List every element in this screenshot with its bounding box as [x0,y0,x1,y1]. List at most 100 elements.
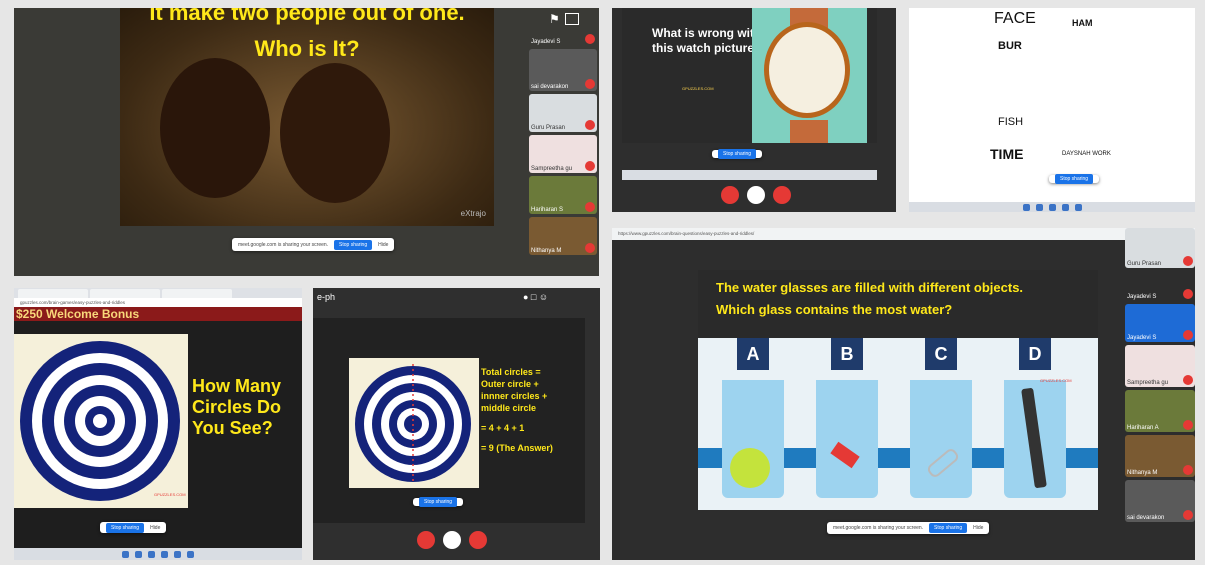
watch-face [764,22,850,118]
participant-strip: Jayadevi S sai devarakon Guru Prasan Sam… [529,28,597,255]
glass-body [910,380,972,498]
glass-a: A [718,338,788,503]
hide-button[interactable]: Hide [378,242,388,248]
glass-label-a: A [737,338,769,370]
screen-share-bar: meet.google.com is sharing your screen. … [827,522,990,534]
participant-tile[interactable]: Hariharan A [1125,390,1195,432]
participant-tile[interactable]: Guru Prasan [1125,228,1195,268]
slide-twins: It make two people out of one. Who is It… [120,8,494,226]
address-bar[interactable]: gpuzzles.com/brain-games/easy-puzzles-an… [14,298,302,307]
stop-sharing-button[interactable]: Stop sharing [1055,174,1094,184]
participant-tile[interactable]: Nithanya M [529,217,597,255]
panel-water-glasses: https://www.gpuzzles.com/brain-questions… [612,228,1195,560]
screen-share-bar: Stop sharing [712,149,763,159]
participant-tile[interactable]: Nithanya M [1125,435,1195,477]
screen-share-bar: Stop sharing [1049,174,1100,184]
header-icons: ● □ ☺ [523,292,549,302]
mic-off-icon [1183,420,1193,430]
panel-word-puzzles: FACE HAM BUR FISH TIME DAYSNAH WORK Stop… [909,8,1195,212]
cell-face: FACE [994,10,1036,27]
glass-d: D [1000,338,1070,503]
watermark: GPUZZLES.COM [1040,378,1072,383]
participant-tile[interactable]: Jayadevi S [1125,304,1195,342]
panel-watch-puzzle: What is wrong with this watch picture? G… [612,8,896,212]
glass-label-d: D [1019,338,1051,370]
watch-strap-bottom [790,120,828,143]
browser-tab[interactable] [162,289,232,298]
glasses-scene: A B C D GPUZZLES.COM [698,338,1098,510]
call-controls [717,186,795,209]
ad-banner: $250 Welcome Bonus [14,307,302,321]
end-call-button[interactable] [773,186,791,204]
stop-sharing-button[interactable]: Stop sharing [419,497,458,507]
watch-question: What is wrong with this watch picture? [652,26,762,55]
mic-off-icon [1183,256,1193,266]
stop-sharing-button[interactable]: Stop sharing [929,523,968,533]
camera-button[interactable] [747,186,765,204]
concentric-circles [20,341,180,501]
glass-body [816,380,878,498]
present-icon[interactable] [565,13,579,25]
screen-share-bar: Stop sharing Hide [100,522,167,533]
watch-image [752,8,867,143]
cell-bur: BUR [998,40,1022,52]
hide-button[interactable]: Hide [150,525,160,531]
participant-tile[interactable]: Jayadevi S [1125,271,1195,301]
panel-riddle-twins: It make two people out of one. Who is It… [14,8,599,276]
browser-tab[interactable] [90,289,160,298]
panel-circles-answer: e-ph ● □ ☺ Total circles = Outer circle … [313,288,600,560]
answer-image [349,358,479,488]
participant-tile[interactable]: Hariharan S [529,176,597,214]
watermark: eXtrajo [460,209,486,218]
participant-tile[interactable]: Sampreetha gu [1125,345,1195,387]
taskbar [909,202,1195,212]
participant-tile[interactable]: sai devarakon [1125,480,1195,522]
participant-tile[interactable]: sai devarakon [529,49,597,91]
participant-tile[interactable]: Guru Prasan [529,94,597,132]
share-text: meet.google.com is sharing your screen. [238,241,329,248]
riddle-line2: Who is It? [254,36,360,61]
stop-sharing-button[interactable]: Stop sharing [334,239,373,250]
address-bar[interactable]: https://www.gpuzzles.com/brain-questions… [612,228,1195,240]
hide-button[interactable]: Hide [973,525,983,531]
glass-b: B [812,338,882,503]
end-call-button[interactable] [469,531,487,549]
riddle-line1: It make two people out of one. [149,8,465,25]
cell-time: TIME [990,146,1024,162]
panel-circles-question: gpuzzles.com/brain-games/easy-puzzles-an… [14,288,302,560]
mic-off-icon [585,79,595,89]
watermark: GPUZZLES.COM [682,86,714,91]
stop-sharing-button[interactable]: Stop sharing [106,522,145,533]
participant-tile[interactable]: Sampreetha gu [529,135,597,173]
browser-tab[interactable] [18,289,88,298]
taskbar [14,548,302,560]
camera-button[interactable] [443,531,461,549]
mic-off-icon [1183,289,1193,299]
meeting-title: e-ph [317,292,336,302]
mic-button[interactable] [721,186,739,204]
cell-daysnah: DAYSNAH WORK [1062,151,1111,157]
screen-share-bar: meet.google.com is sharing your screen. … [232,238,395,251]
stop-sharing-button[interactable]: Stop sharing [718,149,757,159]
mic-off-icon [585,202,595,212]
mic-off-icon [1183,330,1193,340]
taskbar [622,170,877,180]
cell-ham: HAM [1072,18,1093,28]
cell-fish: FISH [998,116,1024,128]
face-left [160,58,270,198]
target-image [14,334,188,508]
question-line1: The water glasses are filled with differ… [716,280,1024,295]
glass-label-c: C [925,338,957,370]
mic-off-icon [585,161,595,171]
tennis-ball [730,448,770,488]
glass-label-b: B [831,338,863,370]
mic-off-icon [1183,510,1193,520]
circles-question: How Many Circles Do You See? [192,376,282,438]
inner-browser: Total circles = Outer circle + innner ci… [313,318,585,523]
watermark: GPUZZLES.COM [154,492,186,497]
pin-icon[interactable]: ⚑ [549,12,560,26]
mic-off-icon [585,34,595,44]
mic-button[interactable] [417,531,435,549]
participant-tile[interactable]: Jayadevi S [529,28,597,46]
mic-off-icon [585,243,595,253]
